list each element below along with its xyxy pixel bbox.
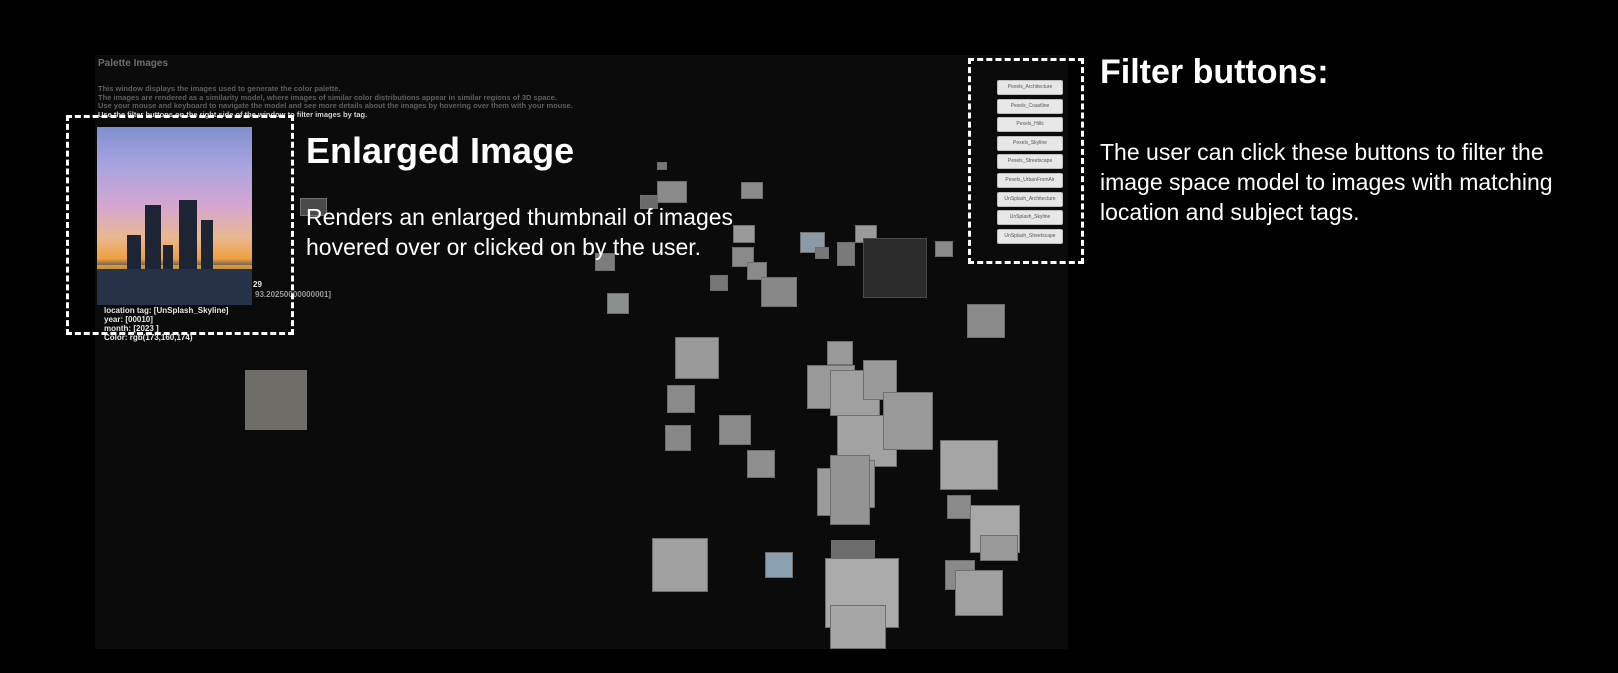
image-tile[interactable]: [831, 540, 875, 560]
image-tile[interactable]: [719, 415, 751, 445]
callout-line: Renders an enlarged thumbnail of images: [306, 204, 734, 230]
window-description: This window displays the images used to …: [98, 84, 573, 119]
image-tile[interactable]: [245, 370, 307, 430]
enlarged-image-callout-text: Renders an enlarged thumbnail of images …: [306, 202, 733, 262]
window-title: Palette Images: [98, 58, 169, 69]
image-tile[interactable]: [741, 182, 763, 199]
image-tile[interactable]: [837, 242, 855, 266]
image-tile[interactable]: [955, 570, 1003, 616]
image-tile[interactable]: [652, 538, 708, 592]
image-tile[interactable]: [607, 293, 629, 314]
filter-buttons-callout-text: The user can click these buttons to filt…: [1100, 137, 1553, 227]
image-tile[interactable]: [830, 455, 870, 525]
image-tile[interactable]: [657, 162, 667, 170]
image-tile[interactable]: [761, 277, 797, 307]
image-tile[interactable]: [940, 440, 998, 490]
image-tile[interactable]: [883, 392, 933, 450]
filter-buttons-callout-box: [968, 58, 1084, 264]
callout-line: image space model to images with matchin…: [1100, 169, 1553, 195]
image-tile[interactable]: [733, 225, 755, 243]
callout-line: hovered over or clicked on by the user.: [306, 234, 702, 260]
enlarged-image-callout-box: [66, 115, 294, 335]
image-tile[interactable]: [947, 495, 971, 519]
enlarged-image-callout-title: Enlarged Image: [306, 130, 575, 171]
image-tile[interactable]: [657, 181, 687, 203]
image-tile[interactable]: [765, 552, 793, 578]
callout-line: location and subject tags.: [1100, 199, 1360, 225]
callout-line: The user can click these buttons to filt…: [1100, 139, 1544, 165]
image-tile[interactable]: [980, 535, 1018, 561]
image-tile[interactable]: [967, 304, 1005, 338]
filter-buttons-callout-title: Filter buttons:: [1100, 53, 1329, 91]
image-tile[interactable]: [863, 238, 927, 298]
image-tile[interactable]: [827, 341, 853, 365]
image-tile[interactable]: [935, 241, 953, 257]
image-tile[interactable]: [815, 247, 829, 259]
image-tile[interactable]: [675, 337, 719, 379]
image-tile[interactable]: [667, 385, 695, 413]
image-tile[interactable]: [830, 605, 886, 649]
image-tile[interactable]: [710, 275, 728, 291]
image-tile[interactable]: [665, 425, 691, 451]
image-tile[interactable]: [747, 450, 775, 478]
